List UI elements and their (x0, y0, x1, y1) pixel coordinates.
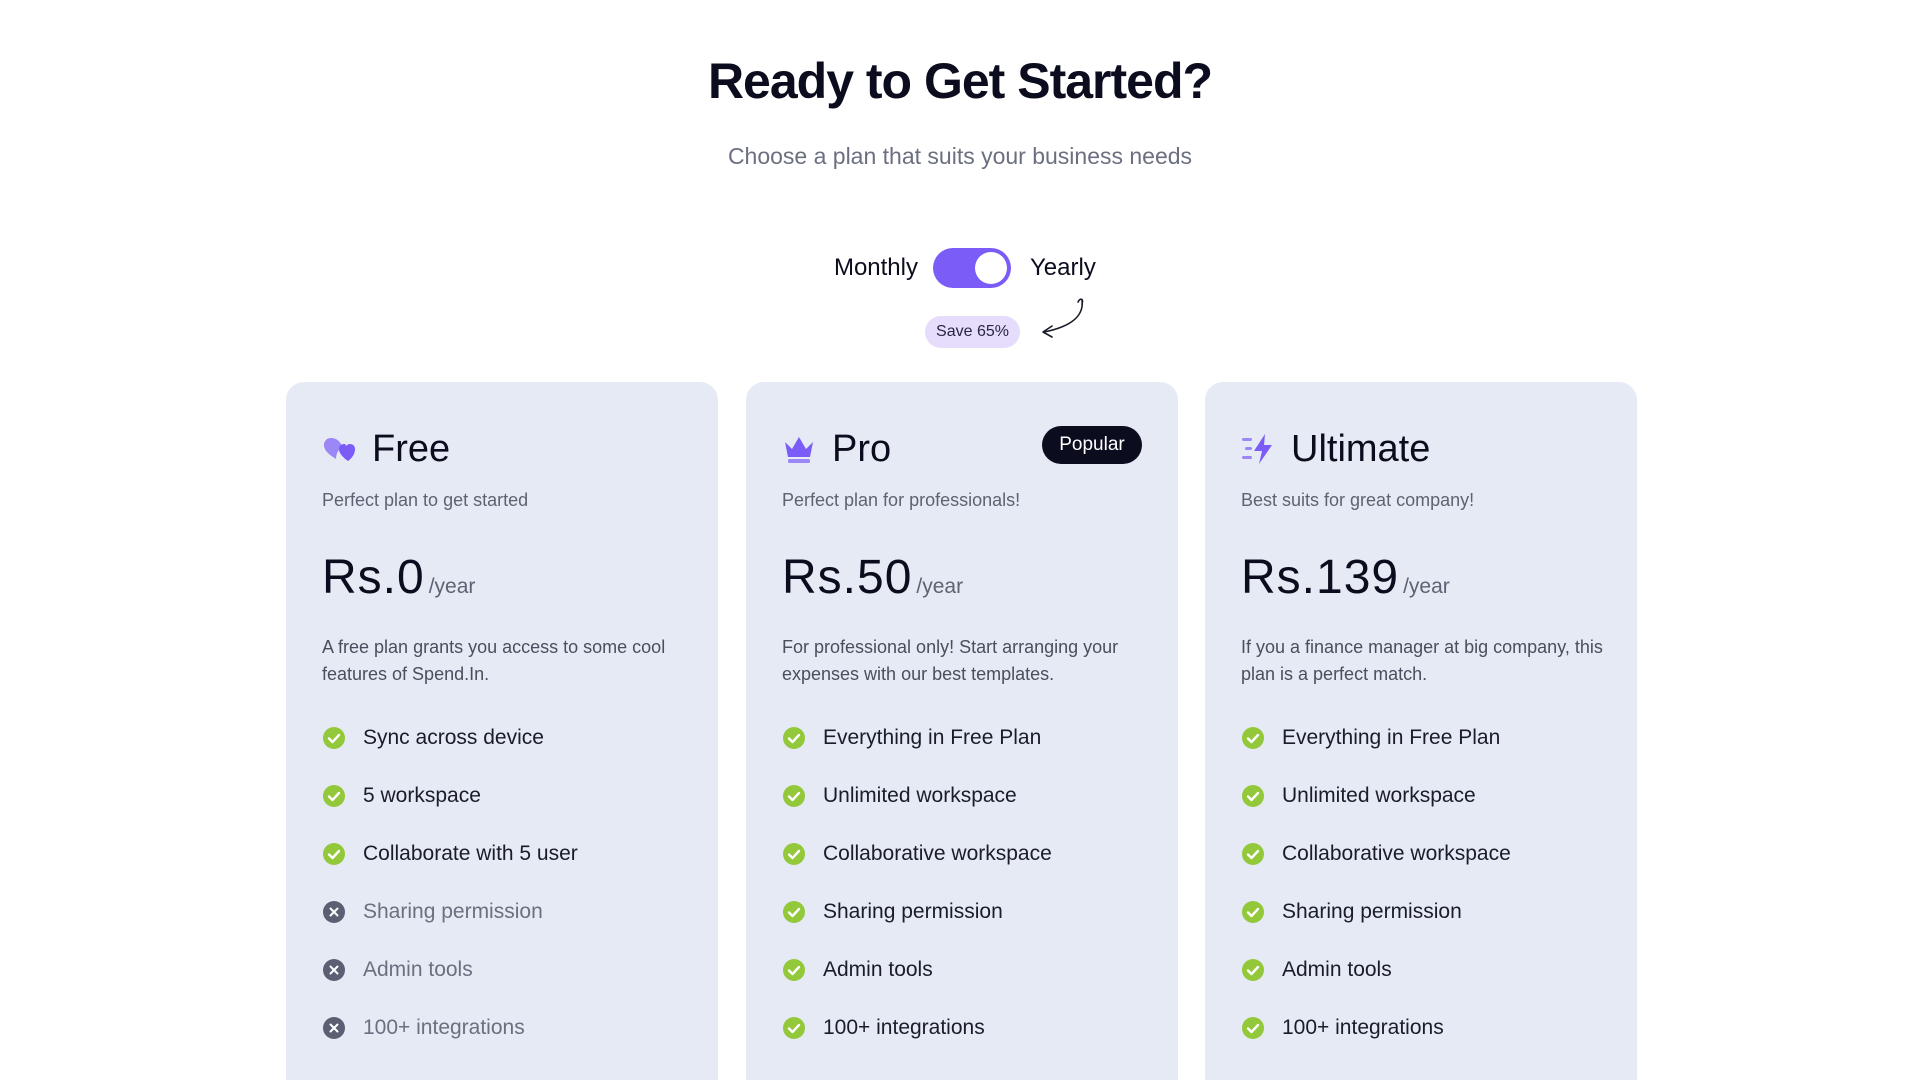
feature-label: 100+ integrations (1282, 1016, 1444, 1039)
crown-icon (785, 437, 813, 463)
feature-item: Everything in Free Plan (782, 724, 1152, 782)
feature-item: Admin tools (1241, 956, 1611, 1014)
hearts-icon (324, 438, 355, 461)
check-circle-icon (323, 785, 345, 807)
feature-item: Unlimited workspace (1241, 782, 1611, 840)
x-circle-icon (323, 1017, 345, 1039)
feature-list: Everything in Free Plan Unlimited workspa… (1241, 724, 1611, 1072)
switch-knob (975, 252, 1007, 284)
plan-description: For professional only! Start arranging y… (782, 637, 1119, 684)
check-circle-icon (783, 901, 805, 923)
plan-description: A free plan grants you access to some co… (322, 637, 666, 684)
feature-label: Everything in Free Plan (823, 726, 1042, 749)
x-circle-icon (323, 901, 345, 923)
price-amount: Rs.50 (782, 551, 913, 604)
feature-label: Sharing permission (1282, 900, 1462, 923)
plan-tagline: Perfect plan to get started (322, 490, 529, 510)
plan-card-pro[interactable]: Pro Popular Perfect plan for professiona… (746, 382, 1178, 1080)
plan-card-free[interactable]: Free Perfect plan to get started Rs.0/ye… (286, 382, 718, 1080)
check-circle-icon (1242, 1017, 1264, 1039)
check-circle-icon (783, 843, 805, 865)
feature-item: 100+ integrations (1241, 1014, 1611, 1072)
feature-item: Collaborative workspace (1241, 840, 1611, 898)
plan-description: If you a finance manager at big company,… (1241, 637, 1603, 684)
feature-label: Unlimited workspace (1282, 784, 1476, 807)
popular-badge: Popular (1042, 426, 1142, 464)
feature-label: Collaborative workspace (1282, 842, 1511, 865)
plan-name: Ultimate (1291, 428, 1431, 470)
check-circle-icon (1242, 901, 1264, 923)
curved-arrow-icon (1042, 298, 1084, 338)
plan-tagline: Perfect plan for professionals! (782, 490, 1021, 510)
plan-card-ultimate[interactable]: Ultimate Best suits for great company! R… (1205, 382, 1637, 1080)
price-period: /year (1403, 575, 1450, 598)
feature-label: Collaborative workspace (823, 842, 1052, 865)
feature-item: Unlimited workspace (782, 782, 1152, 840)
feature-label: Everything in Free Plan (1282, 726, 1501, 749)
yearly-label[interactable]: Yearly (1030, 254, 1096, 282)
billing-period-switch[interactable] (933, 248, 1011, 288)
plan-name: Pro (832, 428, 892, 470)
check-circle-icon (1242, 843, 1264, 865)
feature-item: Sync across device (322, 724, 692, 782)
check-circle-icon (783, 727, 805, 749)
page-subtitle: Choose a plan that suits your business n… (727, 143, 1193, 169)
feature-label: 5 workspace (363, 784, 481, 807)
check-circle-icon (323, 727, 345, 749)
feature-list: Everything in Free Plan Unlimited workspa… (782, 724, 1152, 1072)
feature-label: Admin tools (823, 958, 933, 981)
check-circle-icon (1242, 959, 1264, 981)
feature-item: 5 workspace (322, 782, 692, 840)
feature-item: Collaborate with 5 user (322, 840, 692, 898)
feature-label: Admin tools (363, 958, 473, 981)
plan-tagline: Best suits for great company! (1241, 490, 1475, 510)
check-circle-icon (1242, 727, 1264, 749)
feature-label: 100+ integrations (363, 1016, 525, 1039)
billing-toggle-row: Monthly Yearly (0, 248, 1920, 292)
feature-label: Sharing permission (823, 900, 1003, 923)
page-title: Ready to Get Started? (707, 53, 1213, 109)
price-amount: Rs.0 (322, 551, 425, 604)
check-circle-icon (783, 1017, 805, 1039)
feature-label: Admin tools (1282, 958, 1392, 981)
feature-item: Admin tools (322, 956, 692, 1014)
plan-price: Rs.50/year (782, 550, 963, 605)
feature-item: Sharing permission (1241, 898, 1611, 956)
price-amount: Rs.139 (1241, 551, 1400, 604)
x-circle-icon (323, 959, 345, 981)
feature-item: Collaborative workspace (782, 840, 1152, 898)
price-period: /year (428, 575, 476, 598)
plan-price: Rs.0/year (322, 550, 475, 605)
feature-item: Admin tools (782, 956, 1152, 1014)
save-badge: Save 65% (925, 316, 1020, 348)
feature-list: Sync across device 5 workspace Collaborate… (322, 724, 692, 1072)
feature-item: 100+ integrations (322, 1014, 692, 1072)
feature-label: Sharing permission (363, 900, 543, 923)
check-circle-icon (323, 843, 345, 865)
feature-item: 100+ integrations (782, 1014, 1152, 1072)
feature-item: Sharing permission (322, 898, 692, 956)
feature-label: Unlimited workspace (823, 784, 1017, 807)
feature-label: Collaborate with 5 user (363, 842, 578, 865)
feature-item: Sharing permission (782, 898, 1152, 956)
check-circle-icon (783, 785, 805, 807)
feature-label: Sync across device (363, 726, 544, 749)
check-circle-icon (783, 959, 805, 981)
lightning-icon (1242, 434, 1272, 464)
price-period: /year (916, 575, 964, 598)
check-circle-icon (1242, 785, 1264, 807)
feature-item: Everything in Free Plan (1241, 724, 1611, 782)
monthly-label[interactable]: Monthly (830, 254, 918, 282)
plan-price: Rs.139/year (1241, 550, 1450, 605)
feature-label: 100+ integrations (823, 1016, 985, 1039)
plan-name: Free (372, 428, 451, 470)
